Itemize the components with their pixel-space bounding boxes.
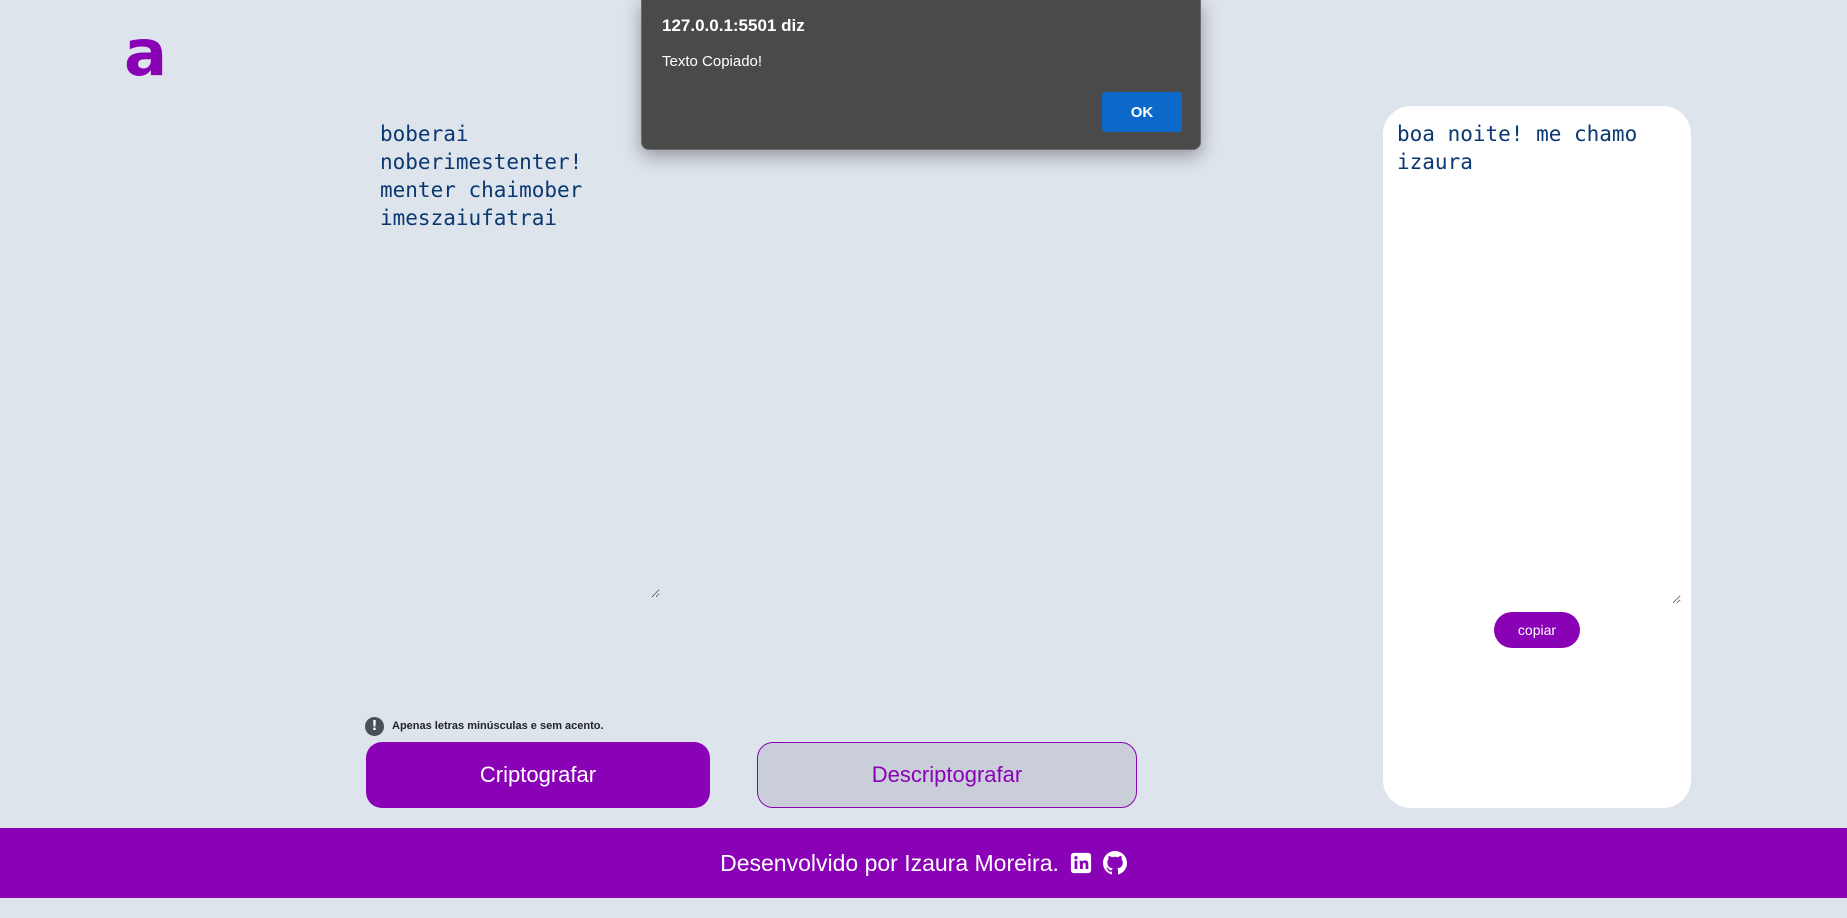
github-icon[interactable] — [1102, 851, 1127, 875]
linkedin-icon[interactable] — [1069, 851, 1093, 875]
output-panel: boa noite! me chamo izaura copiar — [1383, 106, 1691, 808]
encrypt-button[interactable]: Criptografar — [366, 742, 710, 808]
decrypt-button[interactable]: Descriptografar — [757, 742, 1137, 808]
alert-message: Texto Copiado! — [662, 53, 763, 70]
footer-text: Desenvolvido por Izaura Moreira. — [720, 849, 1059, 876]
alert-dialog: 127.0.0.1:5501 diz Texto Copiado! OK — [641, 0, 1201, 150]
hint-text: Apenas letras minúsculas e sem acento. — [392, 720, 604, 732]
logo: a — [124, 17, 168, 91]
footer: Desenvolvido por Izaura Moreira. — [0, 828, 1847, 898]
alert-title: 127.0.0.1:5501 diz — [662, 16, 805, 35]
copy-button[interactable]: copiar — [1494, 612, 1580, 648]
hint: ! Apenas letras minúsculas e sem acento. — [365, 716, 604, 736]
input-textarea[interactable]: boberai noberimestenter! menter chaimobe… — [370, 118, 660, 598]
exclamation-icon: ! — [365, 716, 384, 736]
output-textarea[interactable]: boa noite! me chamo izaura — [1393, 118, 1681, 604]
alert-ok-button[interactable]: OK — [1102, 92, 1182, 132]
